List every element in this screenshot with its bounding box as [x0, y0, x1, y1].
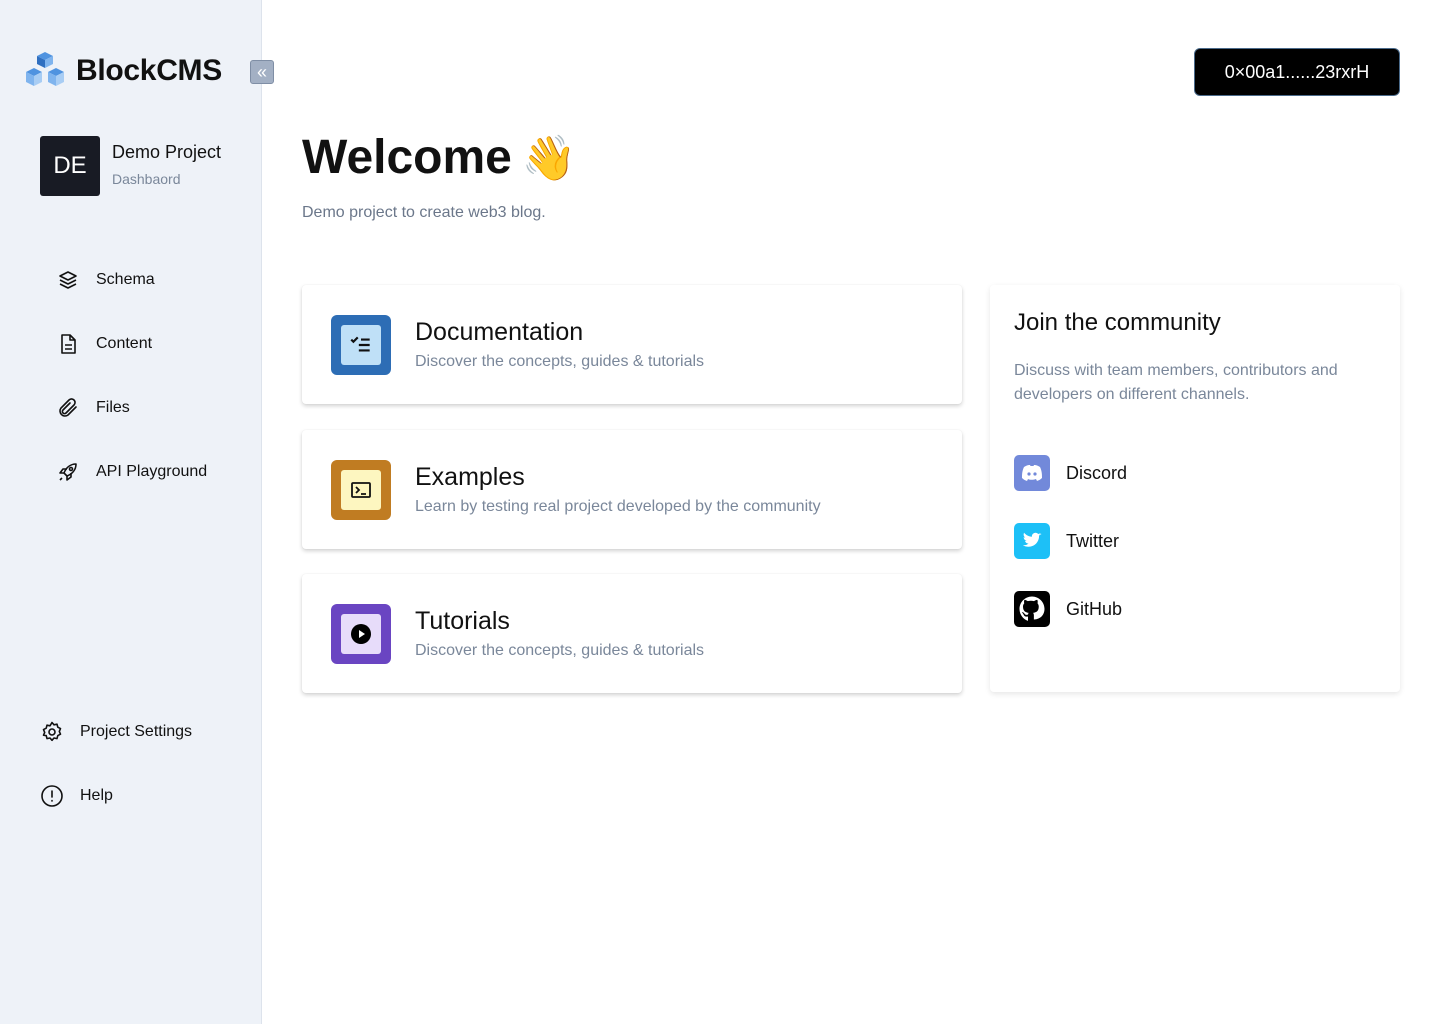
- checklist-icon: [331, 314, 391, 375]
- card-description: Discover the concepts, guides & tutorial…: [415, 353, 705, 370]
- card-tutorials[interactable]: Tutorials Discover the concepts, guides &…: [302, 574, 962, 693]
- community-title: Join the community: [1014, 309, 1221, 336]
- rocket-icon: [59, 463, 77, 481]
- sidebar-item-label: Files: [96, 399, 130, 416]
- card-title: Documentation: [415, 318, 584, 346]
- project-name: Demo Project: [112, 142, 222, 162]
- sidebar-item-help[interactable]: Help: [40, 778, 192, 814]
- brand-logo[interactable]: BlockCMS: [24, 50, 222, 92]
- cubes-logo-icon: [26, 52, 64, 86]
- sidebar-item-api-playground[interactable]: API Playground: [56, 454, 207, 490]
- brand-name: BlockCMS: [76, 54, 222, 87]
- sidebar-item-schema[interactable]: Schema: [56, 262, 207, 298]
- project-avatar: DE: [40, 136, 100, 196]
- project-switcher[interactable]: DE Demo Project Dashbaord: [40, 136, 221, 196]
- sidebar-item-label: API Playground: [96, 463, 208, 480]
- paperclip-icon: [59, 398, 77, 417]
- page-title-text: Welcome: [302, 131, 512, 184]
- social-label: Twitter: [1066, 530, 1120, 551]
- card-title: Examples: [415, 463, 525, 491]
- discord-icon: [1014, 455, 1050, 491]
- page-subtitle: Demo project to create web3 blog.: [302, 204, 546, 221]
- project-subtitle: Dashbaord: [112, 171, 181, 187]
- sidebar-nav: Schema Content Files API Playground: [56, 262, 207, 518]
- social-label: Discord: [1066, 462, 1128, 483]
- waving-hand-icon: 👋: [521, 133, 577, 183]
- document-icon: [61, 334, 76, 354]
- sidebar-item-files[interactable]: Files: [56, 390, 207, 426]
- info-circle-icon: [41, 785, 63, 807]
- layers-icon: [59, 271, 77, 289]
- sidebar-item-label: Schema: [96, 271, 155, 288]
- twitter-link[interactable]: Twitter: [1014, 523, 1376, 559]
- wallet-address-button[interactable]: 0×00a1......23rxrH: [1194, 48, 1400, 96]
- card-description: Discover the concepts, guides & tutorial…: [415, 642, 705, 659]
- card-title: Tutorials: [415, 607, 510, 635]
- social-label: GitHub: [1066, 598, 1123, 619]
- sidebar-item-project-settings[interactable]: Project Settings: [40, 714, 192, 750]
- sidebar: BlockCMS DE Demo Project Dashbaord Schem…: [0, 0, 262, 1024]
- card-examples[interactable]: Examples Learn by testing real project de…: [302, 430, 962, 549]
- chevrons-left-icon: «: [256, 62, 267, 82]
- sidebar-item-label: Help: [80, 787, 113, 804]
- sidebar-item-label: Content: [96, 335, 153, 352]
- discord-link[interactable]: Discord: [1014, 455, 1376, 491]
- play-circle-icon: [331, 603, 391, 664]
- community-description: Discuss with team members, contributors …: [1014, 362, 1338, 403]
- sidebar-item-content[interactable]: Content: [56, 326, 207, 362]
- terminal-icon: [331, 459, 391, 520]
- community-card: Join the community Discuss with team mem…: [990, 285, 1400, 692]
- github-icon: [1014, 591, 1050, 627]
- card-documentation[interactable]: Documentation Discover the concepts, guid…: [302, 285, 962, 404]
- collapse-sidebar-button[interactable]: «: [250, 60, 274, 84]
- gear-icon: [42, 721, 62, 742]
- github-link[interactable]: GitHub: [1014, 591, 1376, 627]
- twitter-icon: [1014, 523, 1050, 559]
- card-description: Learn by testing real project developed …: [415, 498, 821, 515]
- sidebar-bottom-nav: Project Settings Help: [40, 714, 192, 842]
- page-title: Welcome 👋: [302, 130, 577, 185]
- sidebar-item-label: Project Settings: [80, 723, 193, 740]
